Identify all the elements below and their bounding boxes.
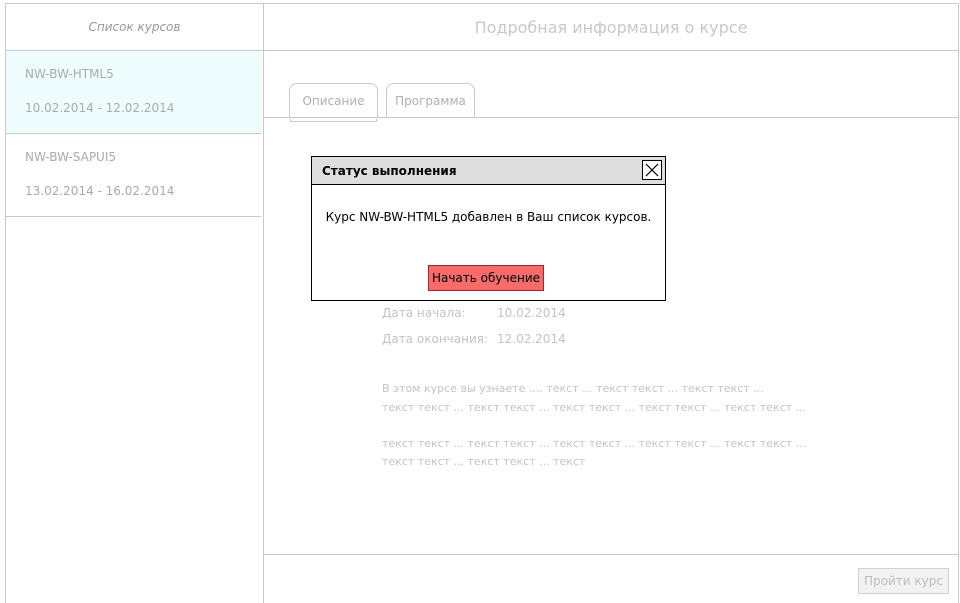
tab-description[interactable]: Описание	[289, 83, 378, 122]
end-date-label: Дата окончания:	[382, 332, 489, 346]
description-line: текст текст ... текст текст ... текст	[382, 455, 586, 468]
start-date-label: Дата начала:	[382, 306, 466, 320]
description-line: текст текст ... текст текст ... текст те…	[382, 437, 807, 450]
end-date-value: 12.02.2014	[497, 332, 566, 346]
course-name: NW-BW-SAPUI5	[25, 150, 117, 164]
dialog-close-button[interactable]	[642, 160, 662, 180]
dialog-message: Курс NW-BW-HTML5 добавлен в Ваш список к…	[325, 210, 652, 224]
footer-divider	[264, 554, 958, 555]
dialog-titlebar: Статус выполнения	[312, 157, 665, 185]
sidebar-title: Список курсов	[6, 4, 263, 51]
course-dates: 10.02.2014 - 12.02.2014	[25, 101, 175, 115]
pass-course-button[interactable]: Пройти курс	[858, 568, 949, 594]
description-line: текст текст ... текст текст ... текст те…	[382, 401, 807, 414]
course-item-nw-bw-html5[interactable]: NW-BW-HTML5 10.02.2014 - 12.02.2014	[6, 51, 261, 134]
start-date-value: 10.02.2014	[497, 306, 566, 320]
course-list-sidebar: Список курсов NW-BW-HTML5 10.02.2014 - 1…	[5, 3, 264, 603]
course-dates: 13.02.2014 - 16.02.2014	[25, 184, 175, 198]
close-icon	[645, 163, 659, 177]
status-dialog: Статус выполнения Курс NW-BW-HTML5 добав…	[311, 156, 666, 301]
start-learning-button[interactable]: Начать обучение	[428, 265, 544, 291]
course-name: NW-BW-HTML5	[25, 67, 114, 81]
course-details-panel: Подробная информация о курсе Описание Пр…	[263, 3, 959, 603]
tabs-divider	[264, 117, 958, 118]
tab-program[interactable]: Программа	[386, 83, 475, 118]
dialog-title: Статус выполнения	[322, 164, 457, 178]
page-title: Подробная информация о курсе	[264, 4, 958, 51]
description-line: В этом курсе вы узнаете .... текст ... т…	[382, 382, 764, 395]
course-item-nw-bw-sapui5[interactable]: NW-BW-SAPUI5 13.02.2014 - 16.02.2014	[6, 134, 261, 217]
